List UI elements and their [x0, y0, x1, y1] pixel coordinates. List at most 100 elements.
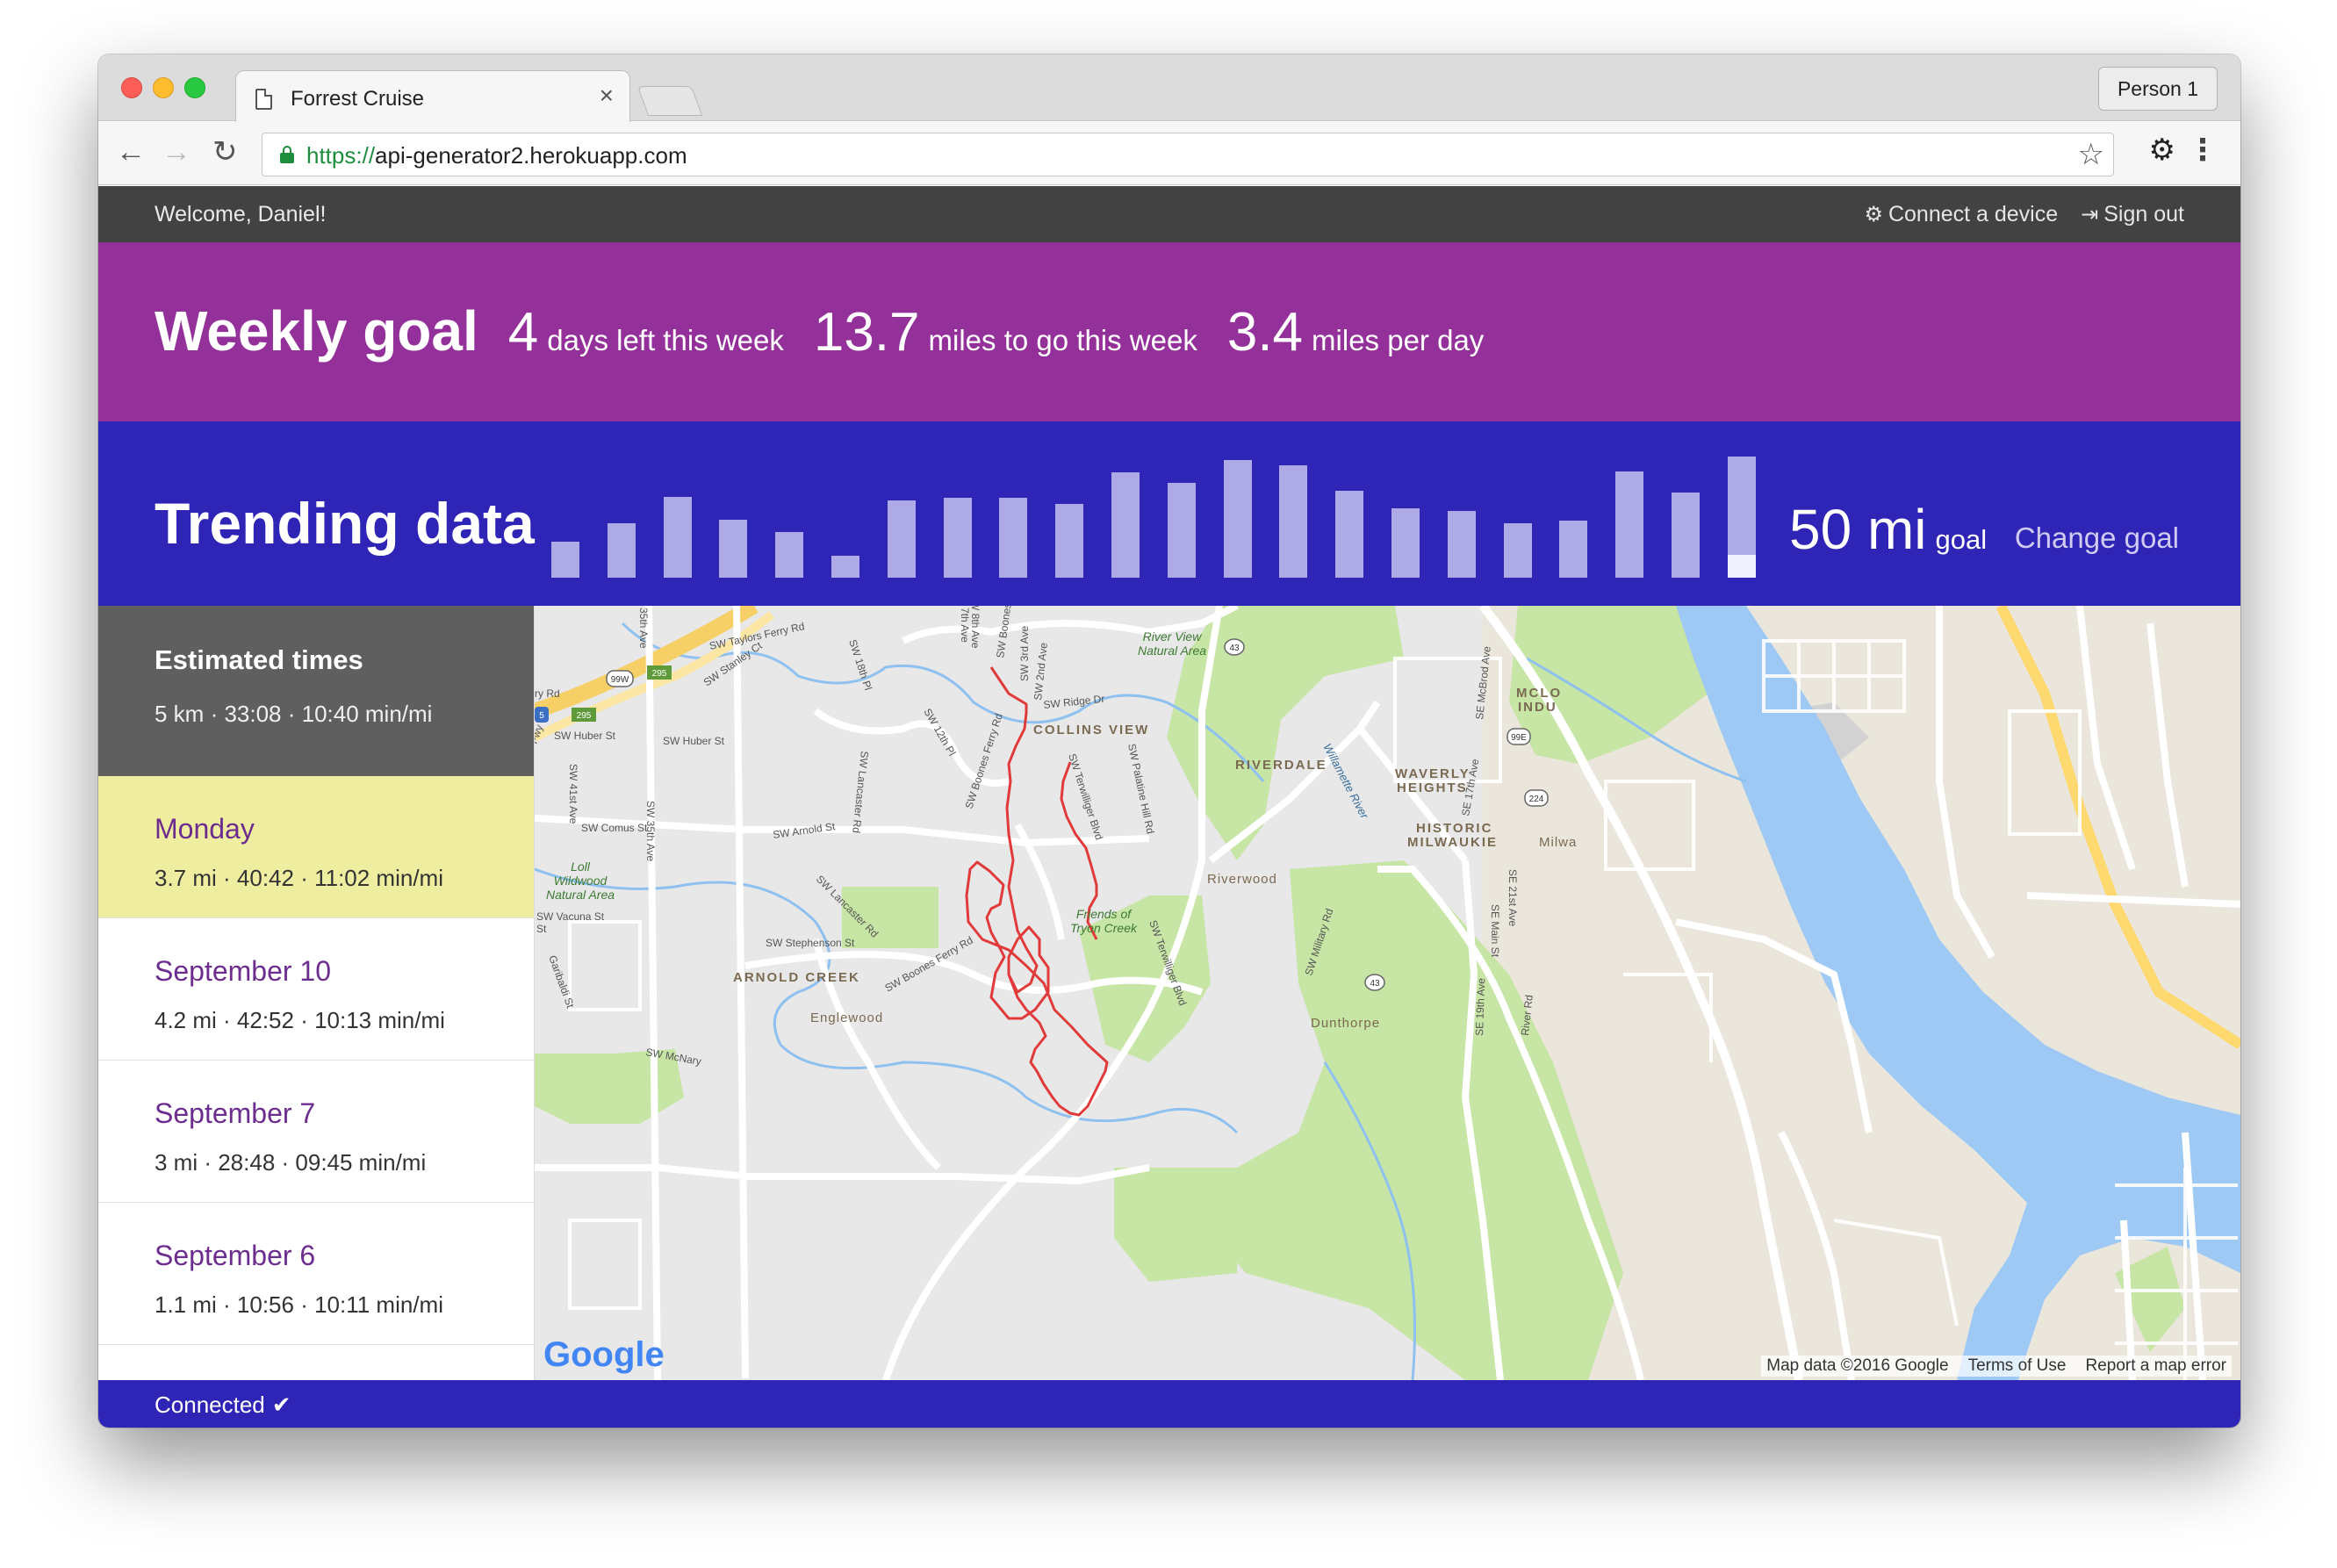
- label-7th: 7th Ave: [959, 608, 971, 643]
- trend-bar: [1167, 483, 1196, 578]
- run-item-september-7[interactable]: September 7 3 mi · 28:48 · 09:45 min/mi: [98, 1061, 534, 1203]
- label-shield-295a: 295: [652, 669, 667, 679]
- run-item-monday[interactable]: Monday 3.7 mi · 40:42 · 11:02 min/mi: [98, 776, 534, 918]
- label-arnold-creek: ARNOLD CREEK: [733, 970, 860, 985]
- label-natural-area-2: Natural Area: [546, 888, 615, 902]
- miles-per-day-value: 3.4: [1226, 302, 1304, 363]
- weekly-goal-row: Weekly goal 4 days left this week 13.7 m…: [155, 298, 1514, 363]
- app-header: Welcome, Daniel! ⚙ Connect a device ⇥ Si…: [98, 186, 2240, 242]
- label-shield-295b: 295: [577, 711, 592, 721]
- trend-bar: [607, 523, 636, 578]
- run-item-september-6[interactable]: September 6 1.1 mi · 10:56 · 10:11 min/m…: [98, 1203, 534, 1345]
- label-shield-99w: 99W: [611, 675, 629, 685]
- trend-bar: [1111, 472, 1140, 578]
- lock-icon: [280, 146, 294, 163]
- run-day: September 6: [155, 1240, 316, 1271]
- trend-bar: [1223, 460, 1252, 578]
- connect-device-link[interactable]: ⚙ Connect a device: [1864, 202, 2058, 227]
- run-item-september-10[interactable]: September 10 4.2 mi · 42:52 · 10:13 min/…: [98, 918, 534, 1061]
- run-stats: 3.7 mi · 40:42 · 11:02 min/mi: [155, 865, 443, 891]
- estimated-times-title: Estimated times: [155, 644, 363, 675]
- google-logo: Google: [543, 1335, 665, 1374]
- back-arrow-icon[interactable]: ←: [116, 134, 146, 169]
- run-day: September 10: [155, 955, 332, 987]
- address-bar[interactable]: https://api-generator2.herokuapp.com ☆: [262, 133, 2114, 176]
- tab-close-icon[interactable]: ×: [600, 83, 614, 108]
- trend-bar: [831, 556, 859, 578]
- map-canvas[interactable]: SW Taylors Ferry Rd SW Stanley Ct SW 18t…: [535, 606, 2240, 1380]
- label-riverdale: RIVERDALE: [1235, 758, 1327, 773]
- trend-goal-label: goal: [1935, 524, 1988, 555]
- weekly-goal-banner: Weekly goal 4 days left this week 13.7 m…: [98, 242, 2240, 421]
- trend-bar: [887, 500, 916, 578]
- trend-bar-progress: [1727, 554, 1756, 578]
- map-attribution: Map data ©2016 Google Terms of Use Repor…: [1761, 1356, 2232, 1377]
- url-host: api-generator2.herokuapp.com: [375, 142, 687, 169]
- map-data-credit: Map data ©2016 Google: [1766, 1356, 1949, 1375]
- sign-out-link[interactable]: ⇥ Sign out: [2081, 202, 2184, 227]
- label-shield-99e: 99E: [1511, 733, 1527, 743]
- close-window-button[interactable]: [121, 77, 142, 98]
- tab-title: Forrest Cruise: [291, 87, 425, 111]
- runs-sidebar: Estimated times 5 km · 33:08 · 10:40 min…: [98, 606, 535, 1380]
- trend-bar-chart: [551, 457, 1770, 578]
- url-text[interactable]: https://api-generator2.herokuapp.com: [306, 142, 687, 169]
- run-stats: 3 mi · 28:48 · 09:45 min/mi: [155, 1149, 427, 1176]
- trend-bar: [943, 498, 972, 578]
- new-tab-button[interactable]: [636, 86, 703, 116]
- label-milwa: Milwa: [1539, 835, 1577, 850]
- label-riverwood: Riverwood: [1207, 872, 1277, 887]
- trend-bar: [1559, 521, 1588, 578]
- trend-bar: [1335, 491, 1364, 578]
- browser-toolbar: ← → ↻ https://api-generator2.herokuapp.c…: [98, 122, 2240, 185]
- forward-arrow-icon[interactable]: →: [162, 134, 191, 169]
- trend-bar: [719, 520, 748, 578]
- run-day: Monday: [155, 813, 255, 845]
- route-map[interactable]: SW Taylors Ferry Rd SW Stanley Ct SW 18t…: [535, 606, 2240, 1380]
- label-huber: SW Huber St: [663, 735, 725, 747]
- trend-bar: [1615, 471, 1644, 578]
- label-stephenson: SW Stephenson St: [766, 937, 855, 949]
- report-error-link[interactable]: Report a map error: [2085, 1356, 2226, 1376]
- browser-tab[interactable]: Forrest Cruise ×: [235, 70, 630, 122]
- miles-to-go-value: 13.7: [813, 302, 920, 363]
- reload-icon[interactable]: ↻: [212, 134, 238, 169]
- label-collins-view: COLLINS VIEW: [1033, 723, 1149, 737]
- label-8th: W 8th Ave: [969, 606, 982, 649]
- label-19th: SE 19th Ave: [1473, 978, 1487, 1037]
- run-stats: 1.1 mi · 10:56 · 10:11 min/mi: [155, 1291, 443, 1318]
- label-milwaukie: MILWAUKIE: [1407, 835, 1498, 850]
- trend-bar: [1727, 457, 1756, 578]
- zoom-window-button[interactable]: [184, 77, 205, 98]
- label-main: SE Main St: [1489, 904, 1501, 958]
- days-left-stat: 4 days left this week: [508, 301, 784, 363]
- label-3rd: SW 3rd Ave: [1018, 626, 1031, 681]
- miles-to-go-stat: 13.7 miles to go this week: [814, 301, 1197, 363]
- estimated-times-panel: Estimated times 5 km · 33:08 · 10:40 min…: [98, 606, 534, 776]
- trending-data-banner: Trending data 50 mi goal Change goal: [98, 421, 2240, 606]
- cog-icon: ⚙: [1864, 203, 1883, 227]
- label-shield-43a: 43: [1229, 644, 1240, 653]
- browser-menu-icon[interactable]: ⋮: [2188, 133, 2218, 168]
- welcome-text: Welcome, Daniel!: [155, 202, 327, 227]
- bookmark-star-icon[interactable]: ☆: [2078, 137, 2104, 172]
- run-day: September 7: [155, 1097, 316, 1129]
- change-goal-link[interactable]: Change goal: [2015, 521, 2179, 555]
- extension-gear-icon[interactable]: ⚙: [2149, 133, 2175, 168]
- trend-bar: [999, 498, 1028, 578]
- trend-goal: 50 mi goal: [1789, 497, 1987, 562]
- label-vacuna-st: St: [536, 923, 547, 935]
- label-heights: HEIGHTS: [1397, 780, 1468, 795]
- label-wildwood: Wildwood: [554, 874, 608, 888]
- label-21st: SE 21st Ave: [1506, 869, 1519, 926]
- url-scheme: https://: [306, 142, 376, 169]
- connect-device-label: Connect a device: [1888, 202, 2059, 227]
- connection-status-text: Connected: [155, 1392, 265, 1418]
- label-ry-rd: ry Rd: [535, 687, 560, 700]
- minimize-window-button[interactable]: [153, 77, 174, 98]
- days-left-label: days left this week: [547, 324, 784, 356]
- terms-of-use-link[interactable]: Terms of Use: [1968, 1356, 2067, 1376]
- profile-button[interactable]: Person 1: [2098, 67, 2218, 111]
- label-vacuna: SW Vacuna St: [536, 910, 605, 923]
- label-historic: HISTORIC: [1416, 821, 1492, 836]
